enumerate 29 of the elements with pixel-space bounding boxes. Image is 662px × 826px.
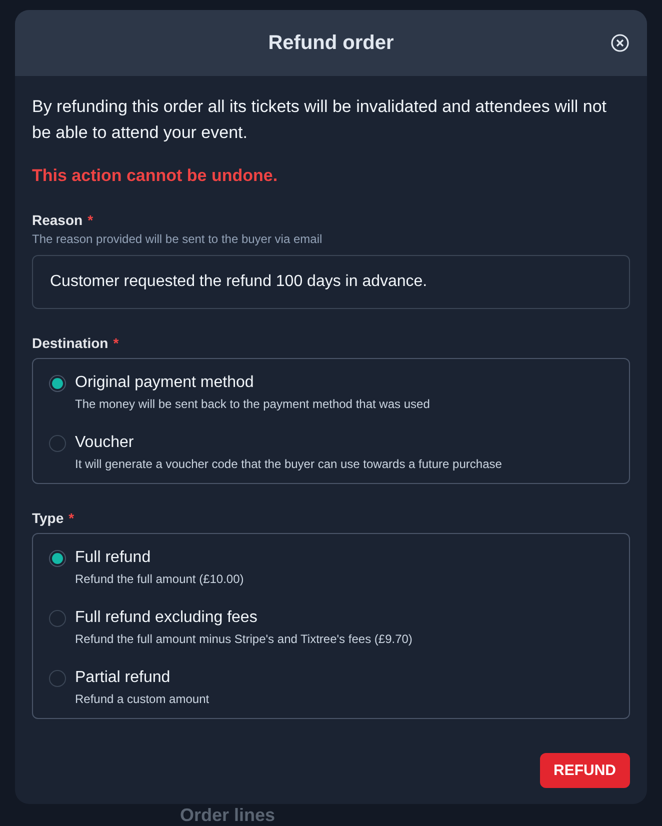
- required-mark: *: [68, 510, 74, 526]
- option-label[interactable]: Full refund excluding fees: [75, 608, 412, 628]
- refund-button[interactable]: REFUND: [540, 753, 630, 788]
- radio-button[interactable]: [49, 610, 66, 627]
- input-field[interactable]: Customer requested the refund 100 days in advance.: [32, 255, 630, 309]
- option-description: Refund the full amount minus Stripe's and Tixtree's fees (£9.70): [75, 632, 412, 646]
- field-hint: The reason provided will be sent to the buyer via email: [32, 232, 324, 246]
- field-label: Reason: [32, 212, 83, 228]
- required-mark: *: [113, 335, 119, 351]
- field-label: Type: [32, 510, 64, 526]
- radio-button[interactable]: [49, 670, 66, 687]
- radio-button[interactable]: [49, 435, 66, 452]
- required-mark: *: [88, 212, 94, 228]
- option-description: Refund a custom amount: [75, 692, 210, 706]
- radio-button[interactable]: [49, 375, 66, 392]
- option-label[interactable]: Full refund: [75, 548, 244, 568]
- modal-title: Refund order: [268, 32, 394, 54]
- field-label: Destination: [32, 335, 108, 351]
- intro-text: By refunding this order all its tickets will be invalidated and attendees will not be able to attend your event.: [32, 96, 608, 144]
- option-label[interactable]: Original payment method: [75, 373, 430, 393]
- option-label[interactable]: Partial refund: [75, 668, 210, 688]
- section-heading: Order lines: [180, 805, 276, 825]
- close-icon[interactable]: [610, 33, 630, 53]
- option-description: Refund the full amount (£10.00): [75, 572, 244, 586]
- warning-text: This action cannot be undone.: [32, 166, 279, 186]
- radio-button[interactable]: [49, 550, 66, 567]
- option-description: It will generate a voucher code that the buyer can use towards a future purchase: [75, 457, 502, 471]
- option-description: The money will be sent back to the payment method that was used: [75, 397, 430, 411]
- option-label[interactable]: Voucher: [75, 433, 502, 453]
